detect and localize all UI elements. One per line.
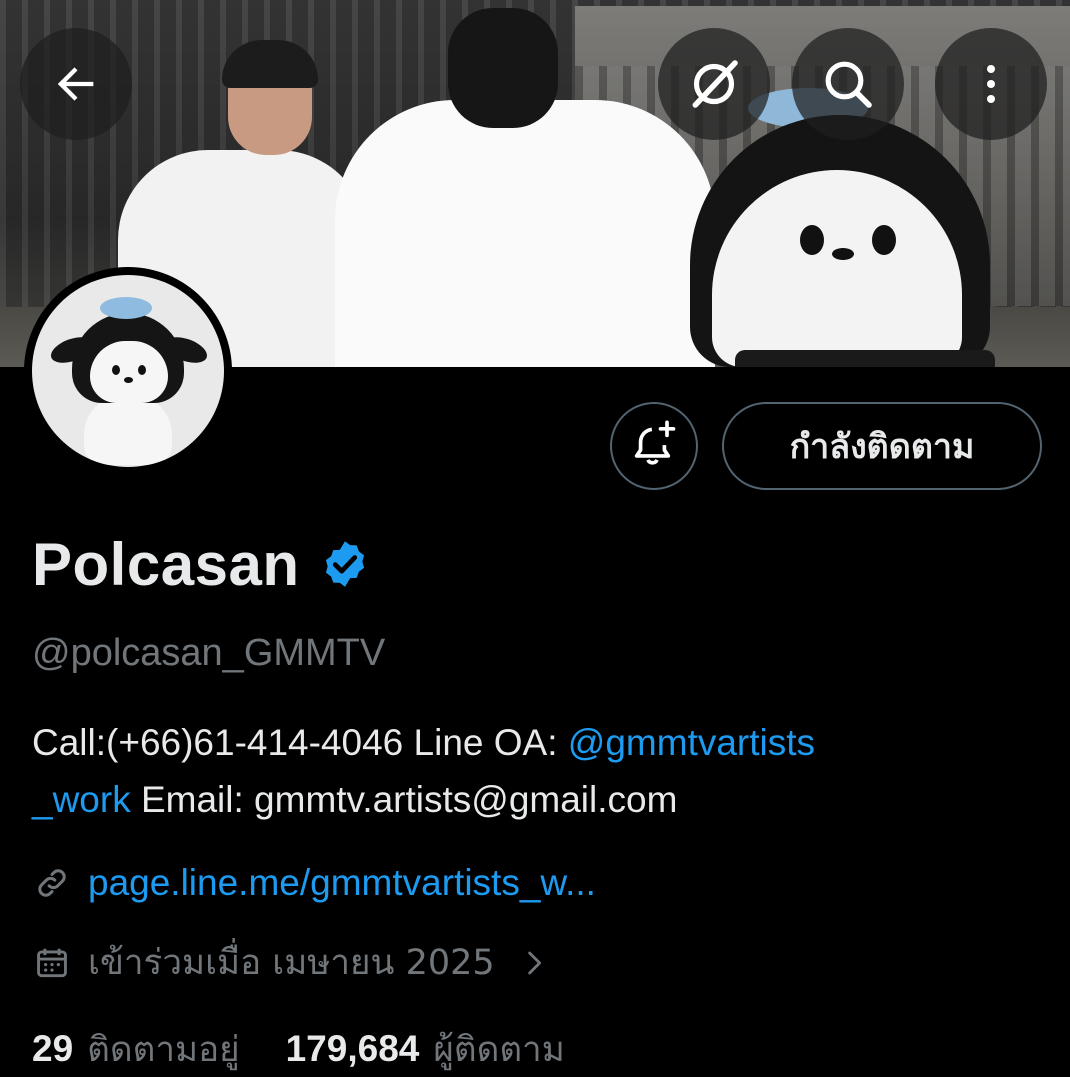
link-icon <box>32 863 72 903</box>
following-count: 29 <box>32 1028 74 1069</box>
search-button[interactable] <box>792 28 904 140</box>
profile-name-row: Polcasan <box>32 530 371 599</box>
followers-label: ผู้ติดตาม <box>433 1030 565 1070</box>
bio-text-contact: Call:(+66)61-414-4046 Line OA: <box>32 722 568 763</box>
profile-stats: 29 ติดตามอยู่ 179,684 ผู้ติดตาม <box>32 1022 611 1077</box>
banner-person-center <box>335 100 715 367</box>
more-vertical-icon <box>967 60 1015 108</box>
more-button[interactable] <box>935 28 1047 140</box>
followers-stat[interactable]: 179,684 ผู้ติดตาม <box>286 1022 565 1077</box>
bio-mention-link[interactable]: @gmmtvartists <box>568 722 815 763</box>
following-button[interactable]: กำลังติดตาม <box>722 402 1042 490</box>
back-button[interactable] <box>20 28 132 140</box>
joined-date-text: เข้าร่วมเมื่อ เมษายน 2025 <box>88 943 495 983</box>
verified-badge-icon[interactable] <box>319 538 371 595</box>
chevron-right-icon <box>519 948 549 978</box>
website-link[interactable]: page.line.me/gmmtvartists_w... <box>88 862 596 904</box>
banner-mascot-eye <box>872 225 896 255</box>
banner-chair <box>735 350 995 367</box>
avatar[interactable] <box>24 267 232 475</box>
grok-button[interactable] <box>658 28 770 140</box>
joined-row[interactable]: เข้าร่วมเมื่อ เมษายน 2025 <box>32 935 549 990</box>
search-icon <box>820 56 876 112</box>
bio-mention-link-continued[interactable]: _work <box>32 779 131 820</box>
banner-person-center-head <box>448 8 558 128</box>
bio-text-email: Email: gmmtv.artists@gmail.com <box>130 779 678 820</box>
grok-icon <box>686 56 742 112</box>
banner-mascot-nose <box>832 248 854 260</box>
following-label: ติดตามอยู่ <box>87 1030 240 1070</box>
profile-handle: @polcasan_GMMTV <box>32 632 386 674</box>
followers-count: 179,684 <box>285 1028 420 1069</box>
avatar-image <box>32 275 224 467</box>
notifications-button[interactable] <box>610 402 698 490</box>
bell-plus-icon <box>628 418 680 475</box>
banner-person-left-hair <box>222 40 318 88</box>
following-stat[interactable]: 29 ติดตามอยู่ <box>32 1022 240 1077</box>
calendar-icon <box>32 943 72 983</box>
website-row: page.line.me/gmmtvartists_w... <box>32 862 596 904</box>
display-name: Polcasan <box>32 531 300 598</box>
profile-bio: Call:(+66)61-414-4046 Line OA: @gmmtvart… <box>32 714 1032 828</box>
banner-mascot-eye <box>800 225 824 255</box>
arrow-left-icon <box>50 58 102 110</box>
